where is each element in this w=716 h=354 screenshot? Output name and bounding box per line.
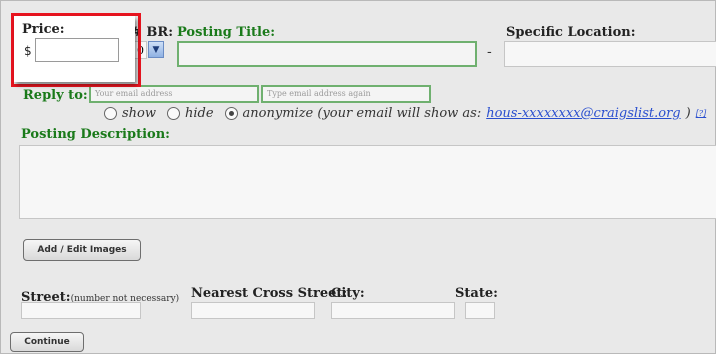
state-input[interactable] [465,302,495,319]
email-field[interactable]: Your email address [89,85,259,103]
specific-location-input[interactable] [504,41,716,67]
specific-location-label: Specific Location: [506,25,636,40]
help-link[interactable]: [?] [696,109,707,118]
email-again-placeholder: Type email address again [267,89,371,98]
add-edit-images-button[interactable]: Add / Edit Images [23,239,141,261]
nearest-cross-street-label: Nearest Cross Street: [191,286,348,301]
radio-show[interactable] [104,107,117,120]
price-popup: Price: $ [14,16,135,82]
posting-title-input[interactable] [177,41,477,67]
radio-hide[interactable] [167,107,180,120]
price-label: Price: [22,22,65,37]
reply-options: show hide anonymize (your email will sho… [104,106,706,121]
nearest-cross-street-input[interactable] [191,302,315,319]
chevron-down-icon: ▼ [152,44,160,55]
price-input[interactable] [35,38,119,62]
radio-anonymize-label: anonymize (your email will show as: [242,106,482,121]
city-label: City: [331,286,365,301]
currency-symbol: $ [24,44,32,58]
title-location-dash: - [487,44,492,60]
posting-description-label: Posting Description: [21,127,170,142]
close-paren: ) [685,106,691,121]
posting-description-textarea[interactable] [19,145,716,219]
email-placeholder: Your email address [95,89,173,98]
email-again-field[interactable]: Type email address again [261,85,431,103]
posting-title-label: Posting Title: [177,25,276,40]
radio-anonymize[interactable] [224,107,238,120]
anon-email-link[interactable]: hous-xxxxxxxx@craigslist.org [486,106,680,121]
state-label: State: [455,286,498,301]
radio-show-label: show [122,106,156,121]
city-input[interactable] [331,302,455,319]
reply-to-label: Reply to: [23,88,88,103]
radio-hide-label: hide [185,106,214,121]
street-input[interactable] [21,302,141,319]
continue-button[interactable]: Continue [10,332,84,352]
br-dropdown-button[interactable]: ▼ [148,41,164,58]
